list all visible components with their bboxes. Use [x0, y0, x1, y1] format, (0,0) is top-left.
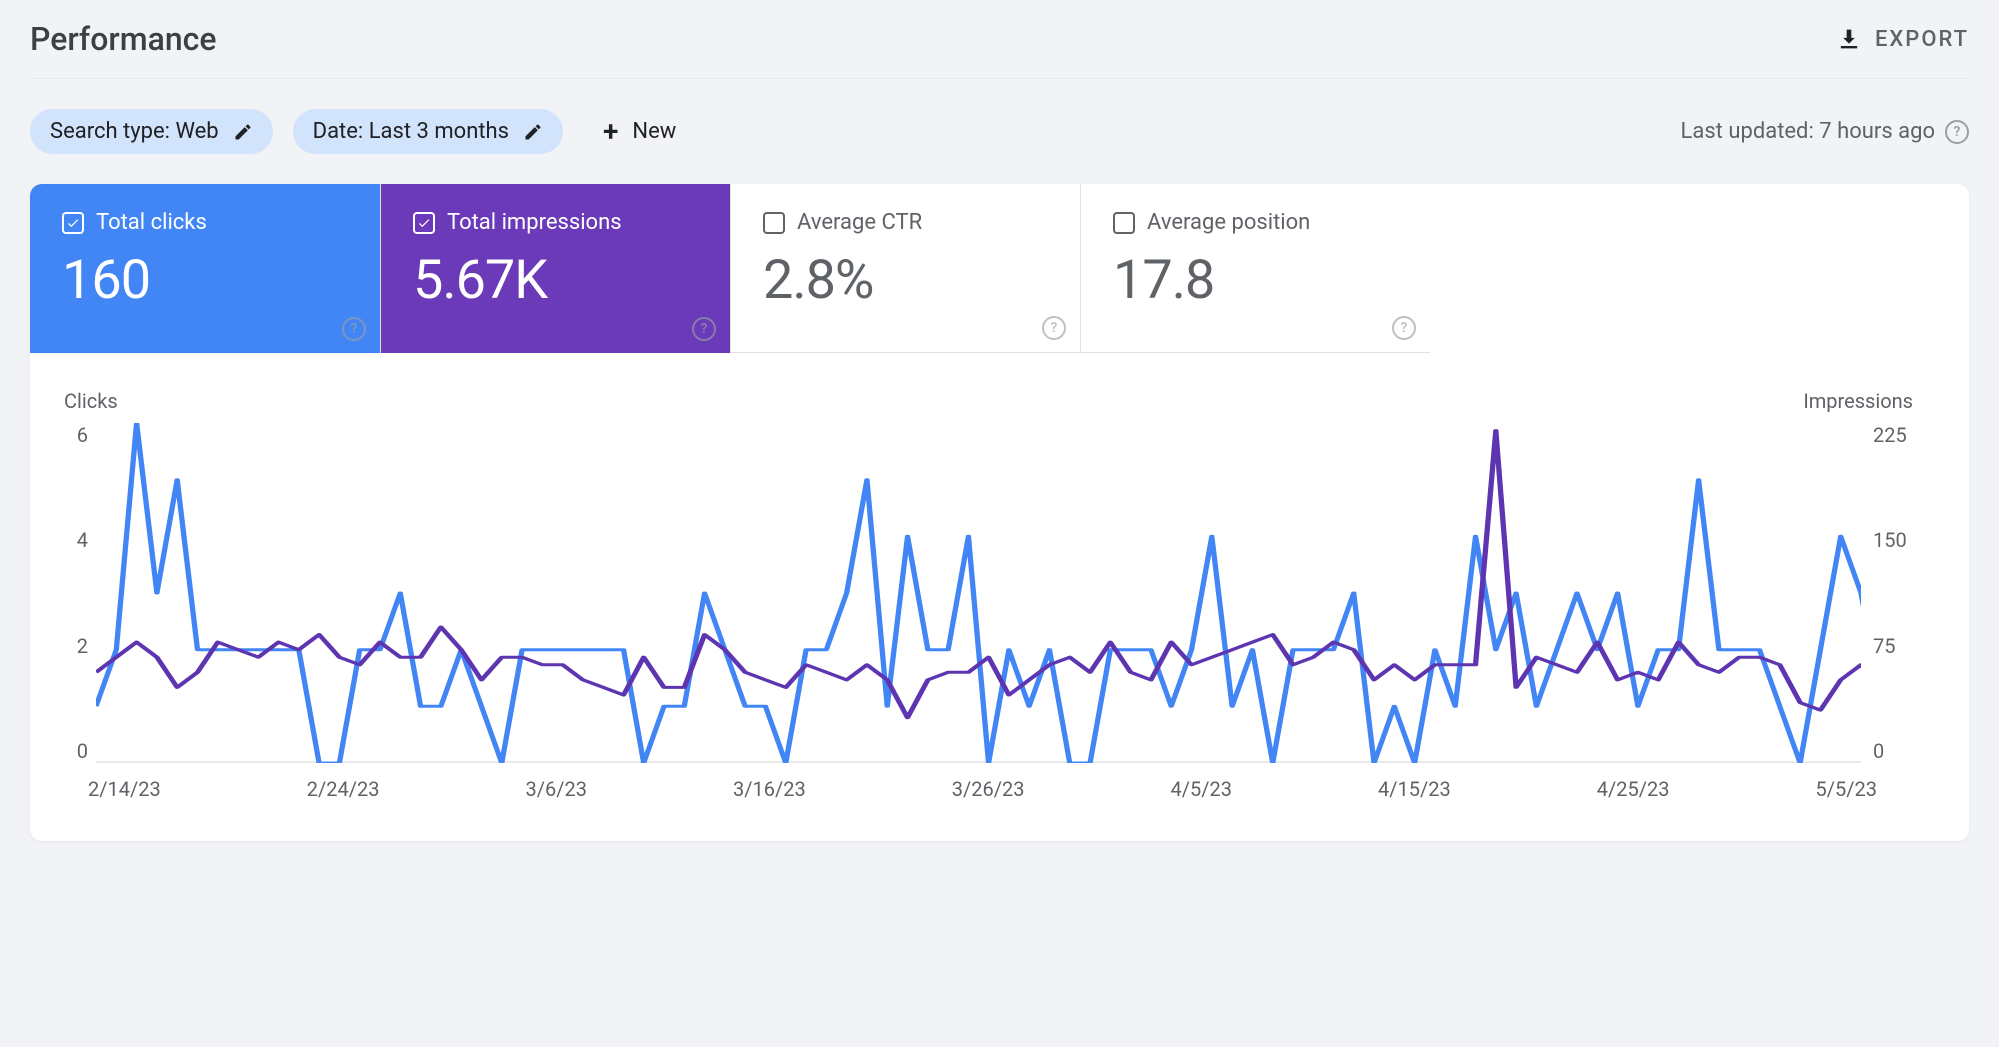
help-icon[interactable]: ?	[1042, 316, 1066, 340]
metric-value: 160	[62, 249, 348, 312]
export-button[interactable]: EXPORT	[1835, 25, 1969, 53]
last-updated: Last updated: 7 hours ago ?	[1681, 119, 1969, 144]
page-title: Performance	[30, 20, 216, 58]
filter-date[interactable]: Date: Last 3 months	[293, 109, 563, 154]
help-icon[interactable]: ?	[1392, 316, 1416, 340]
y-axis-left-label: Clicks	[64, 389, 118, 413]
metric-total-impressions[interactable]: Total impressions 5.67K ?	[380, 184, 730, 353]
metric-label: Average position	[1147, 210, 1310, 235]
add-filter-button[interactable]: + New	[583, 105, 696, 158]
pencil-icon	[523, 122, 543, 142]
filter-search-type-label: Search type: Web	[50, 119, 219, 144]
metric-total-clicks[interactable]: Total clicks 160 ?	[30, 184, 380, 353]
metric-value: 17.8	[1113, 249, 1398, 312]
checkbox-unchecked-icon	[763, 212, 785, 234]
export-label: EXPORT	[1875, 27, 1969, 52]
add-filter-label: New	[632, 119, 676, 144]
chart-plot: 6420 225150750	[56, 423, 1921, 763]
y-axis-right-label: Impressions	[1803, 389, 1913, 413]
checkbox-checked-icon	[62, 212, 84, 234]
metric-label: Total clicks	[96, 210, 207, 235]
filter-date-label: Date: Last 3 months	[313, 119, 509, 144]
pencil-icon	[233, 122, 253, 142]
metric-label: Average CTR	[797, 210, 922, 235]
last-updated-label: Last updated: 7 hours ago	[1681, 119, 1935, 144]
plus-icon: +	[603, 115, 618, 148]
help-icon[interactable]: ?	[1945, 120, 1969, 144]
help-icon[interactable]: ?	[692, 317, 716, 341]
checkbox-checked-icon	[413, 212, 435, 234]
metric-average-ctr[interactable]: Average CTR 2.8% ?	[730, 184, 1080, 353]
metric-label: Total impressions	[447, 210, 622, 235]
metric-value: 2.8%	[763, 249, 1048, 312]
performance-card: Total clicks 160 ? Total impressions 5.6…	[30, 184, 1969, 841]
metric-value: 5.67K	[413, 249, 698, 312]
help-icon[interactable]: ?	[342, 317, 366, 341]
filter-search-type[interactable]: Search type: Web	[30, 109, 273, 154]
metric-average-position[interactable]: Average position 17.8 ?	[1080, 184, 1430, 353]
download-icon	[1835, 25, 1863, 53]
checkbox-unchecked-icon	[1113, 212, 1135, 234]
